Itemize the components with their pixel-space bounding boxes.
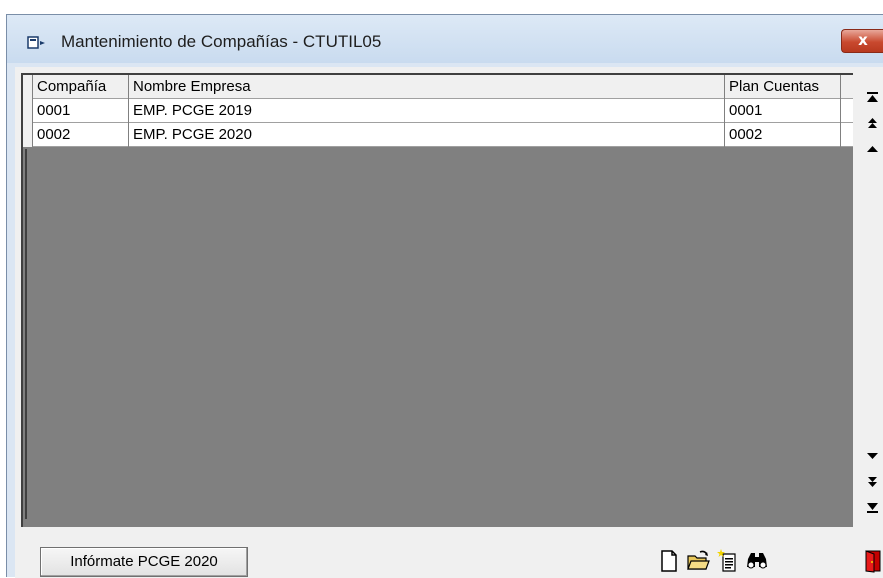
page-down-icon[interactable] [861, 471, 883, 493]
row-selector-header [23, 75, 33, 99]
cell-compania[interactable]: 0002 [33, 123, 129, 147]
grid-header-row: Compañía Nombre Empresa Plan Cuentas [23, 75, 853, 99]
grid-border-line [25, 149, 27, 519]
new-document-icon[interactable] [657, 549, 681, 573]
line-down-icon[interactable] [861, 445, 883, 467]
bottom-toolbar: Infórmate PCGE 2020 [15, 537, 883, 578]
exit-door-icon[interactable] [863, 549, 883, 573]
page-up-icon[interactable] [861, 113, 883, 135]
client-area: Compañía Nombre Empresa Plan Cuentas 000… [15, 67, 883, 578]
window-title: Mantenimiento de Compañías - CTUTIL05 [61, 32, 382, 51]
column-header-nombre-empresa[interactable]: Nombre Empresa [129, 75, 725, 99]
row-selector[interactable] [23, 123, 33, 147]
table-row[interactable]: 0002 EMP. PCGE 2020 0002 [23, 123, 853, 147]
column-header-plan-cuentas[interactable]: Plan Cuentas [725, 75, 841, 99]
cell-plan-cuentas[interactable]: 0002 [725, 123, 841, 147]
new-record-icon[interactable] [717, 549, 741, 573]
last-page-icon[interactable] [861, 497, 883, 519]
cell-nombre-empresa[interactable]: EMP. PCGE 2020 [129, 123, 725, 147]
app-window-icon [27, 36, 45, 49]
cell-compania[interactable]: 0001 [33, 99, 129, 123]
close-button[interactable]: x [841, 29, 883, 53]
table-row[interactable]: 0001 EMP. PCGE 2019 0001 [23, 99, 853, 123]
companies-grid[interactable]: Compañía Nombre Empresa Plan Cuentas 000… [21, 73, 853, 527]
column-header-compania[interactable]: Compañía [33, 75, 129, 99]
first-page-icon[interactable] [861, 87, 883, 109]
title-bar[interactable]: Mantenimiento de Compañías - CTUTIL05 x [7, 15, 883, 63]
open-folder-icon[interactable] [686, 549, 710, 573]
line-up-icon[interactable] [861, 139, 883, 161]
cell-plan-cuentas[interactable]: 0001 [725, 99, 841, 123]
binoculars-icon[interactable] [745, 549, 769, 573]
row-selector[interactable] [23, 99, 33, 123]
cell-nombre-empresa[interactable]: EMP. PCGE 2019 [129, 99, 725, 123]
vertical-scrollbar[interactable] [861, 73, 883, 527]
informate-pcge-button[interactable]: Infórmate PCGE 2020 [40, 547, 248, 577]
main-window: Mantenimiento de Compañías - CTUTIL05 x … [6, 14, 883, 578]
